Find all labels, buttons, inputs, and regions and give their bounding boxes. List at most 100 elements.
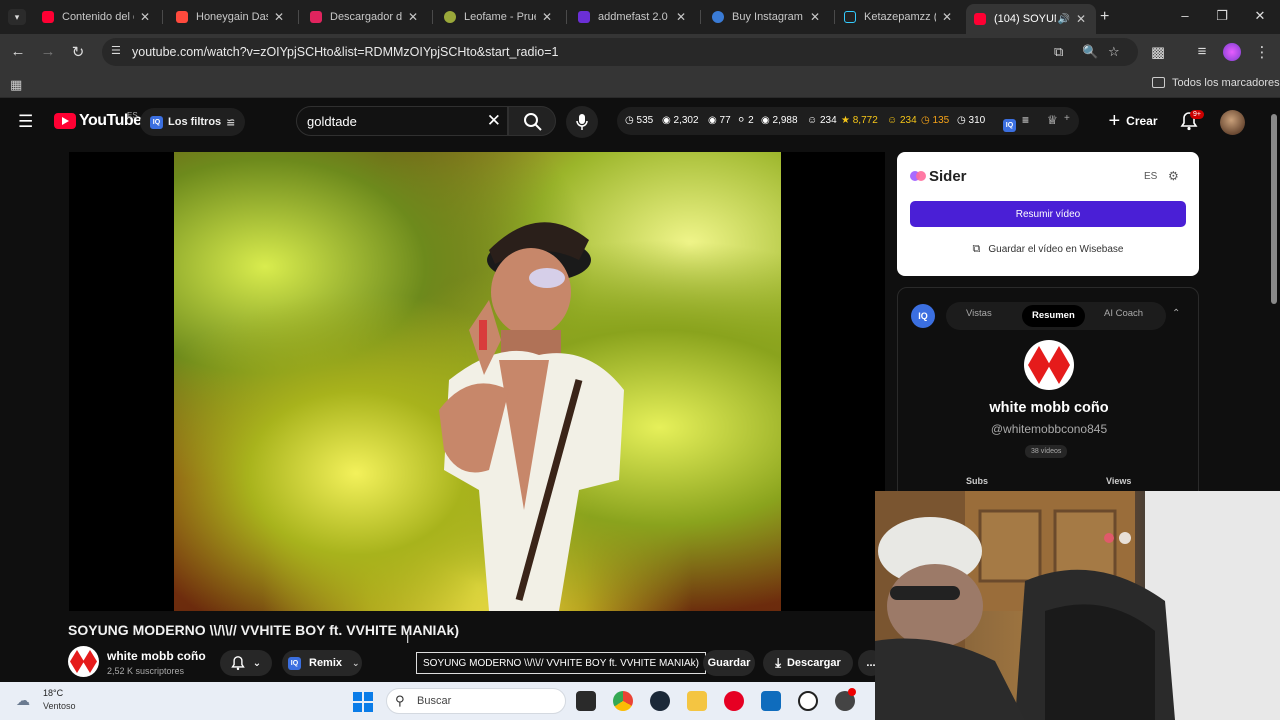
bookmark-star-icon[interactable]: ☆ (1108, 44, 1120, 60)
browser-tab[interactable]: Honeygain Dash ✕ (168, 4, 294, 30)
iq-logo: IQ (911, 304, 935, 328)
close-icon[interactable]: ✕ (940, 10, 954, 24)
close-icon[interactable]: ✕ (674, 10, 688, 24)
tab-vistas[interactable]: Vistas (966, 308, 992, 319)
browser-tab[interactable]: Descargador de ✕ (302, 4, 428, 30)
close-icon[interactable]: ✕ (272, 10, 286, 24)
pinterest-icon[interactable] (724, 691, 744, 711)
account-avatar[interactable] (1220, 110, 1245, 135)
close-icon[interactable]: ✕ (808, 10, 822, 24)
iq-icon[interactable]: IQ (1003, 114, 1016, 132)
window-close-icon[interactable]: ✕ (1250, 8, 1270, 24)
media-controls-icon[interactable]: ≡ (1192, 43, 1212, 60)
windows-start-icon[interactable] (353, 692, 373, 712)
audio-playing-icon[interactable]: 🔊 (1058, 14, 1070, 25)
tab-resumen[interactable]: Resumen (1022, 305, 1085, 327)
subscription-bell-button[interactable]: ⌄ (220, 650, 272, 676)
apps-grid-icon[interactable]: ▦ (10, 77, 22, 93)
downloader-favicon-icon (310, 11, 322, 23)
tiktok-favicon-icon (844, 11, 856, 23)
filters-button[interactable]: IQ Los filtros ≌ (140, 108, 246, 136)
leofame-favicon-icon (444, 11, 456, 23)
save-to-wisebase-button[interactable]: ⧉ Guardar el vídeo en Wisebase (910, 238, 1186, 260)
address-bar[interactable]: ☰ youtube.com/watch?v=zOIYpjSCHto&list=R… (102, 38, 1138, 66)
tab-label: Contenido del ca (62, 11, 134, 23)
create-label: Crear (1126, 114, 1158, 128)
sparkle-icon[interactable]: + (1064, 113, 1070, 124)
restore-icon[interactable]: ❐ (1212, 8, 1232, 24)
browser-tab[interactable]: Buy Instagram F ✕ (704, 4, 830, 30)
close-icon[interactable]: ✕ (540, 10, 554, 24)
weather-icon[interactable]: ☁ (16, 692, 30, 709)
browser-tab[interactable]: addmefast 2.0 - ✕ (570, 4, 696, 30)
zoom-icon[interactable]: 🔍 (1082, 44, 1098, 60)
voice-search-button[interactable] (566, 106, 598, 138)
stat-impressions: ◉ 2,988 (761, 115, 798, 126)
folder-icon (1152, 77, 1165, 88)
iq-channel-name: white mobb coño (989, 400, 1109, 416)
windows-taskbar: ☁ 18°C Ventoso ⚲ Buscar (0, 682, 875, 720)
extensions-icon[interactable]: ▩ (1148, 43, 1168, 61)
sider-language[interactable]: ES (1144, 171, 1157, 182)
site-settings-icon[interactable]: ☰ (111, 44, 121, 57)
chatgpt-icon[interactable] (798, 691, 818, 711)
scrollbar-thumb[interactable] (1271, 114, 1277, 304)
collapse-chevron-icon[interactable]: ⌃ (1172, 308, 1180, 319)
back-icon[interactable]: ← (8, 43, 28, 60)
search-text[interactable]: goldtade (307, 114, 357, 129)
profile-avatar[interactable] (1223, 43, 1241, 61)
close-icon[interactable]: ✕ (406, 10, 420, 24)
reload-icon[interactable]: ↻ (68, 43, 88, 61)
browser-tab[interactable]: Leofame - Prueb ✕ (436, 4, 562, 30)
stat-links: ⚪ 2 (737, 115, 754, 126)
hamburger-menu-icon[interactable]: ☰ (18, 112, 33, 132)
new-tab-button[interactable]: + (1100, 8, 1109, 26)
forward-icon[interactable]: → (38, 43, 58, 60)
save-button[interactable]: Guardar (703, 650, 755, 676)
close-icon[interactable]: ✕ (1074, 12, 1088, 26)
browser-tab[interactable]: Contenido del ca ✕ (34, 4, 160, 30)
region-code: ES (127, 111, 138, 120)
tab-ai-coach[interactable]: AI Coach (1104, 308, 1143, 319)
browser-tab-active[interactable]: (104) SOYUN 🔊 ✕ (966, 4, 1096, 34)
list-icon[interactable]: ≡ (1022, 113, 1029, 127)
minimize-icon[interactable]: – (1175, 8, 1195, 23)
chevron-down-icon: ⌄ (252, 657, 262, 669)
all-bookmarks-label[interactable]: Todos los marcadores (1172, 77, 1280, 89)
tab-label: Ketazepamzz (@ (864, 11, 936, 23)
search-input[interactable]: goldtade ✕ (296, 106, 508, 136)
task-view-icon[interactable] (576, 691, 596, 711)
trophy-icon[interactable]: ♕ (1047, 113, 1058, 127)
video-player[interactable] (69, 152, 885, 611)
taskbar-search-input[interactable]: ⚲ Buscar (386, 688, 566, 714)
search-icon (524, 113, 542, 131)
remix-button[interactable]: IQ Remix ⌄ (282, 650, 362, 676)
chrome-icon[interactable] (613, 691, 633, 711)
create-button[interactable]: + Crear (1103, 106, 1163, 136)
weather-temperature[interactable]: 18°C (43, 688, 63, 698)
channel-logo-icon (70, 650, 97, 673)
download-icon: ⤓ (775, 655, 781, 670)
url-text[interactable]: youtube.com/watch?v=zOIYpjSCHto&list=RDM… (132, 45, 558, 59)
notification-dot (848, 688, 856, 696)
tab-label: Honeygain Dash (196, 11, 268, 23)
clear-search-icon[interactable]: ✕ (487, 111, 501, 131)
menu-icon[interactable]: ⋮ (1252, 43, 1272, 61)
title-tooltip: SOYUNG MODERNO \\/\\// VVHITE BOY ft. VV… (416, 652, 706, 674)
bookmarks-bar: ▦ Todos los marcadores (0, 70, 1280, 98)
tab-search-dropdown-icon[interactable]: ▾ (8, 9, 26, 25)
channel-name[interactable]: white mobb coño (107, 649, 206, 663)
channel-avatar[interactable] (68, 646, 99, 677)
file-explorer-icon[interactable] (687, 691, 707, 711)
honeygain-favicon-icon (176, 11, 188, 23)
search-button[interactable] (508, 106, 556, 136)
download-button[interactable]: ⤓ Descargar (763, 650, 853, 676)
summarize-video-button[interactable]: Resumir vídeo (910, 201, 1186, 227)
browser-tab[interactable]: Ketazepamzz (@ ✕ (836, 4, 962, 30)
settings-gear-icon[interactable]: ⚙ (1168, 169, 1179, 183)
install-app-icon[interactable]: ⧉ (1054, 44, 1063, 60)
weather-description[interactable]: Ventoso (43, 701, 76, 711)
close-icon[interactable]: ✕ (138, 10, 152, 24)
steam-icon[interactable] (650, 691, 670, 711)
microsoft-store-icon[interactable] (761, 691, 781, 711)
